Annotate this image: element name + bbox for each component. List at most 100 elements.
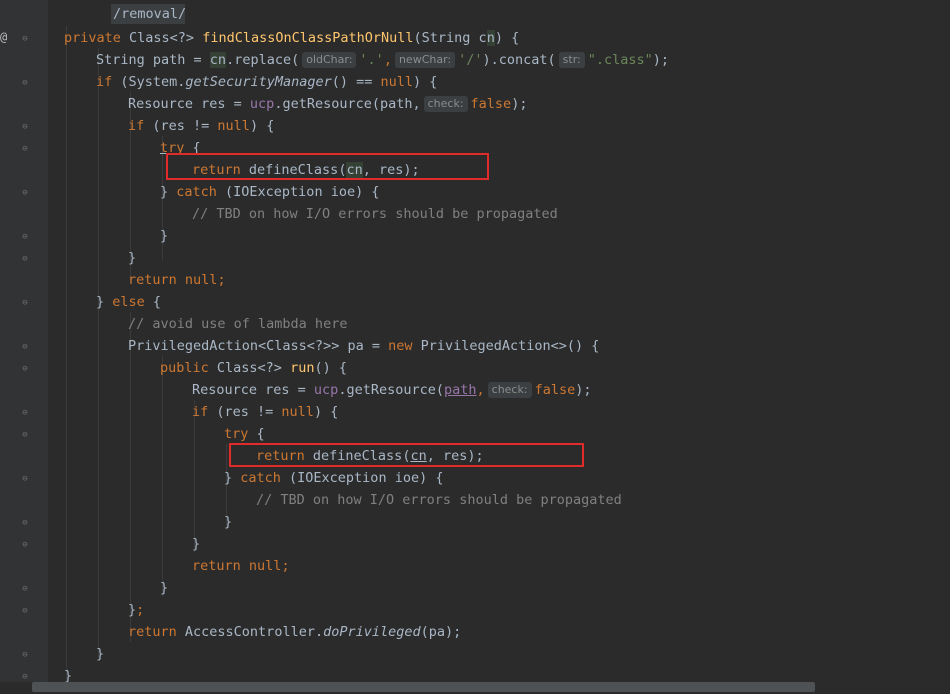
param-hint: newChar: <box>394 52 456 68</box>
fold-marker-icon[interactable]: ⊖ <box>20 77 30 89</box>
keyword: null <box>380 74 414 90</box>
code-text: AccessController. <box>176 624 324 640</box>
static-method: getSecurityManager <box>185 74 332 90</box>
fold-marker-icon[interactable]: ⊖ <box>20 121 30 133</box>
code-line[interactable]: return null; <box>128 269 226 291</box>
fold-marker-icon[interactable]: ⊖ <box>20 473 30 485</box>
fold-marker-icon[interactable]: ⊖ <box>20 649 30 661</box>
code-line[interactable]: } <box>96 643 104 665</box>
code-line[interactable]: } <box>160 577 168 599</box>
code-line[interactable]: private Class<?> findClassOnClassPathOrN… <box>64 27 519 49</box>
code-comment[interactable]: // TBD on how I/O errors should be propa… <box>256 489 622 511</box>
field-ref: ucp <box>249 96 275 112</box>
override-marker-icon[interactable]: @ <box>0 30 10 44</box>
code-comment[interactable]: // TBD on how I/O errors should be propa… <box>192 203 558 225</box>
code-editor[interactable]: /removal/ private Class<?> findClassOnCl… <box>48 0 950 684</box>
fold-marker-icon[interactable]: ⊖ <box>20 429 30 441</box>
code-text: ) { <box>249 118 275 134</box>
code-text: PrivilegedAction<Class<?>> pa = <box>128 338 389 354</box>
keyword: return <box>192 558 241 574</box>
code-line[interactable]: } <box>192 533 200 555</box>
fold-marker-icon[interactable]: ⊖ <box>20 517 30 529</box>
code-line[interactable]: Resource res = ucp.getResource(path, chec… <box>128 93 527 115</box>
param-hint: check: <box>487 382 532 398</box>
static-method: doPrivileged <box>323 624 421 640</box>
code-text: ) { <box>494 30 520 46</box>
code-text: ) { <box>413 74 438 90</box>
fold-marker-icon[interactable]: ⊖ <box>20 341 30 353</box>
code-line[interactable]: } <box>128 247 136 269</box>
code-line[interactable]: } else { <box>96 291 161 313</box>
keyword: null <box>281 404 314 420</box>
code-line[interactable]: } <box>224 511 232 533</box>
fold-marker-icon[interactable]: ⊖ <box>20 583 30 595</box>
indent-guide <box>162 356 163 596</box>
param-hint: str: <box>558 52 585 68</box>
keyword: new <box>388 338 413 354</box>
method-name: findClassOnClassPathOrNull <box>202 30 414 46</box>
fold-marker-icon[interactable]: ⊖ <box>20 407 30 419</box>
code-text: } <box>224 470 241 486</box>
code-text: Class<?> <box>208 360 291 376</box>
code-text: (System. <box>112 74 186 90</box>
fold-marker-icon[interactable]: ⊖ <box>20 539 30 551</box>
code-line[interactable]: public Class<?> run() { <box>160 357 347 379</box>
code-line[interactable]: }; <box>128 599 144 621</box>
code-line[interactable]: if (res != null) { <box>192 401 338 423</box>
fold-marker-icon[interactable]: ⊖ <box>20 33 30 45</box>
code-text: ); <box>511 96 528 112</box>
keyword: if <box>192 404 209 420</box>
code-line[interactable]: return null; <box>192 555 290 577</box>
code-line[interactable]: return AccessController.doPrivileged(pa)… <box>128 621 461 643</box>
code-line[interactable]: if (res != null) { <box>128 115 274 137</box>
code-line[interactable]: } catch (IOException ioe) { <box>224 467 443 489</box>
keyword: catch <box>240 470 281 486</box>
param-name-caret: n <box>486 30 495 46</box>
fold-marker-icon[interactable]: ⊖ <box>20 605 30 617</box>
code-text: String path = <box>96 52 210 68</box>
string-literal: '/' <box>458 52 483 68</box>
keyword: public <box>160 360 209 376</box>
punctuation: , <box>383 52 392 68</box>
keyword: return <box>128 624 177 640</box>
code-text: Class<?> <box>120 30 203 46</box>
code-text: Resource res = <box>128 96 250 112</box>
fold-marker-icon[interactable]: ⊖ <box>20 231 30 243</box>
code-text: { <box>248 426 265 442</box>
method-name: run <box>290 360 315 376</box>
code-text: (IOException ioe) { <box>216 184 380 200</box>
code-text: () == <box>331 74 381 90</box>
code-text: ).concat( <box>482 52 556 68</box>
fold-marker-icon[interactable]: ⊖ <box>20 363 30 375</box>
keyword: null <box>184 272 218 288</box>
fold-marker-icon[interactable]: ⊖ <box>20 253 30 265</box>
horizontal-scrollbar-thumb[interactable] <box>32 682 815 692</box>
code-line[interactable]: Resource res = ucp.getResource(path, chec… <box>192 379 591 401</box>
fold-marker-icon[interactable]: ⊖ <box>20 143 30 155</box>
code-line[interactable]: String path = cn.replace(oldChar: '.', new… <box>96 49 669 71</box>
field-ref: ucp <box>313 382 339 398</box>
code-text: () { <box>314 360 347 376</box>
code-line[interactable]: } catch (IOException ioe) { <box>160 181 379 203</box>
code-text: } <box>128 602 137 618</box>
code-text: } <box>96 294 113 310</box>
code-text: PrivilegedAction<>() { <box>412 338 600 354</box>
punctuation: ; <box>136 602 145 618</box>
fold-marker-icon[interactable]: ⊖ <box>20 297 30 309</box>
string-literal: ".class" <box>587 52 653 68</box>
variable-ref: cn <box>209 52 227 68</box>
code-line[interactable]: try { <box>224 423 265 445</box>
code-text: { <box>144 294 162 310</box>
code-line[interactable]: } <box>160 225 168 247</box>
code-text: (pa); <box>420 624 462 640</box>
highlight-box <box>229 443 584 467</box>
fold-marker-icon[interactable]: ⊖ <box>20 187 30 199</box>
code-line[interactable]: if (System.getSecurityManager() == null)… <box>96 71 437 93</box>
code-line[interactable]: PrivilegedAction<Class<?>> pa = new Priv… <box>128 335 599 357</box>
code-text: .replace( <box>226 52 300 68</box>
code-text: (IOException ioe) { <box>280 470 444 486</box>
punctuation: ; <box>217 272 226 288</box>
indent-guide <box>66 26 67 682</box>
code-comment[interactable]: // avoid use of lambda here <box>128 313 347 335</box>
